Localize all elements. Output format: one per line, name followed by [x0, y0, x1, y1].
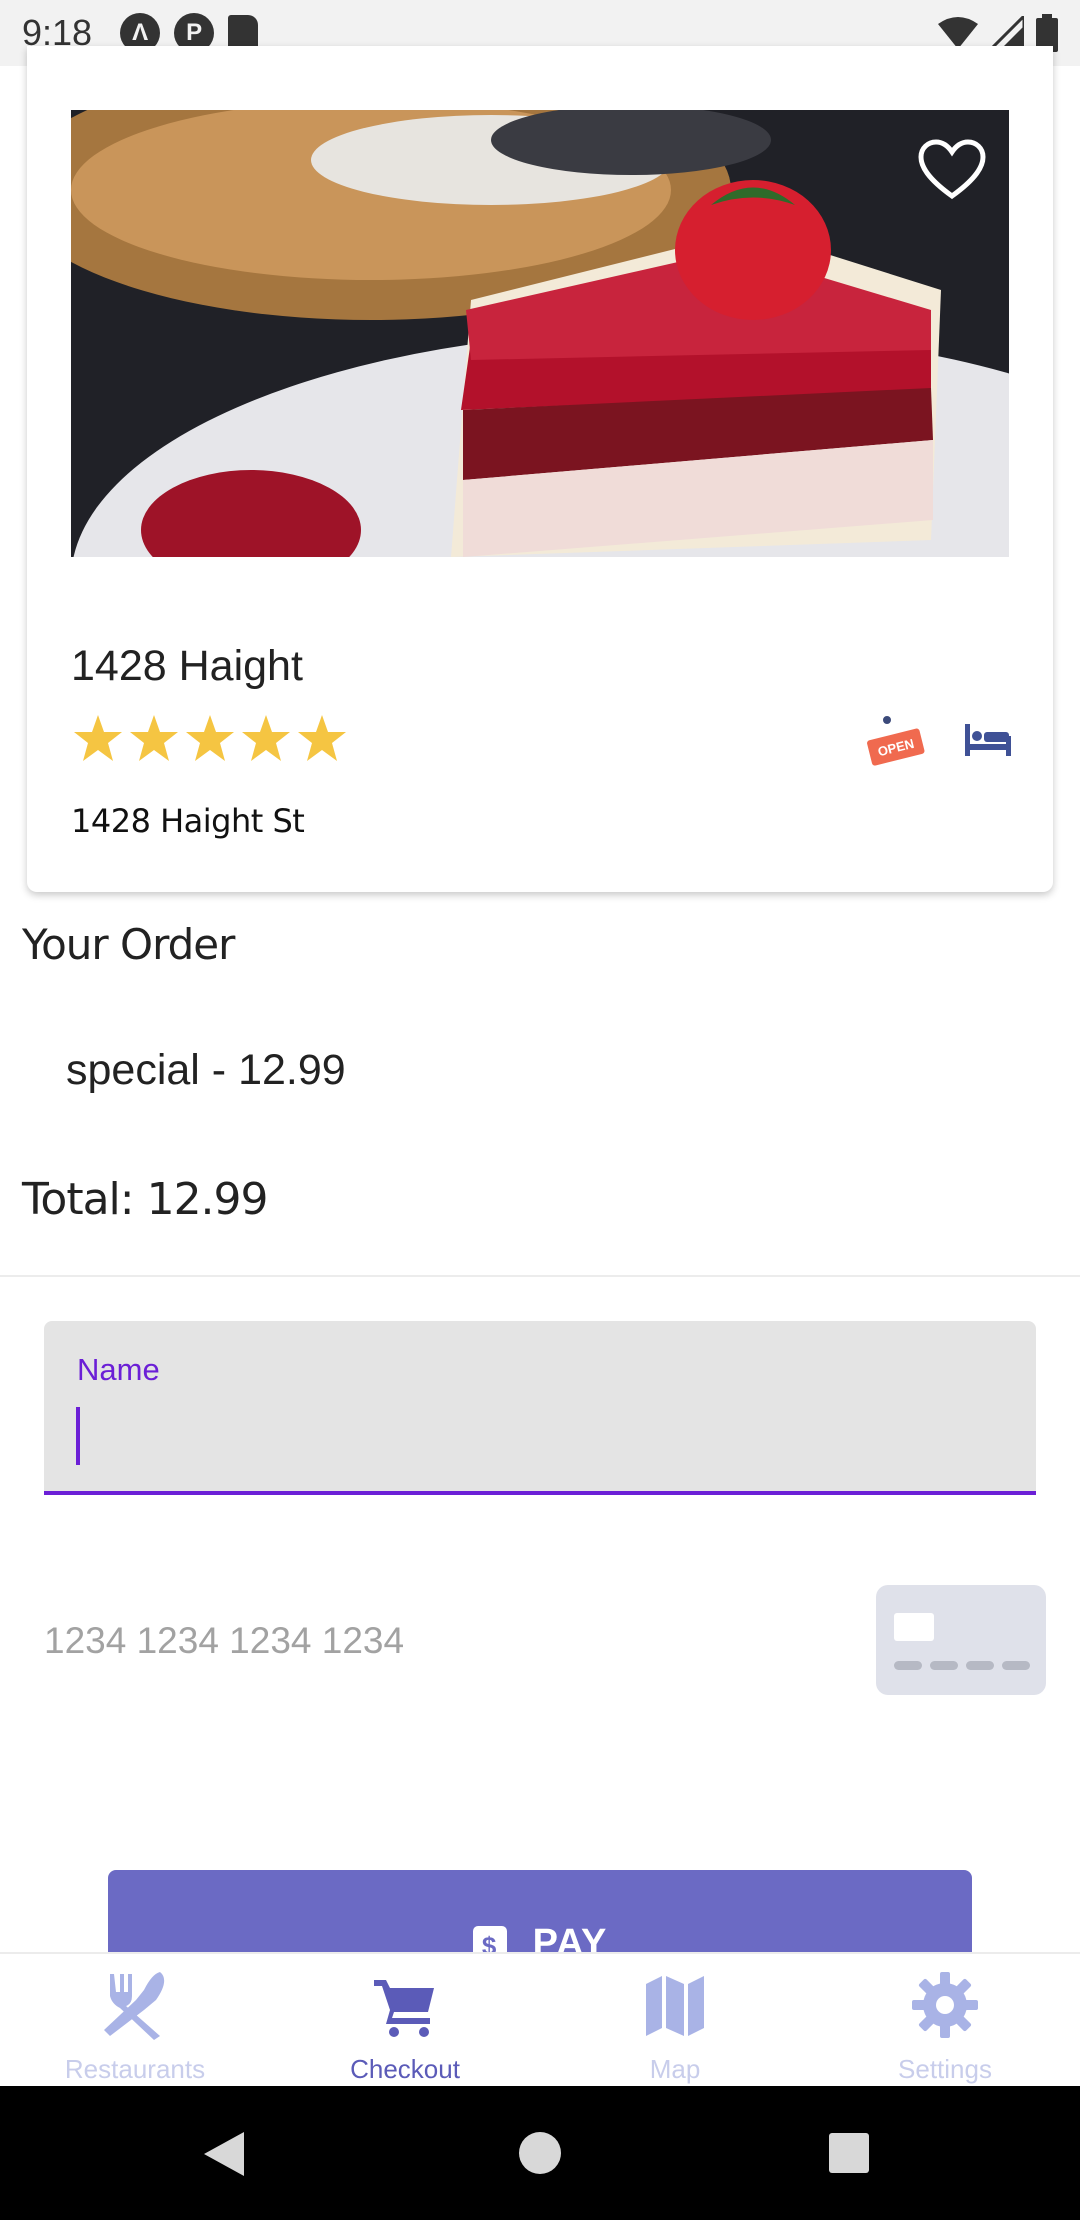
- star-icon: [242, 715, 290, 761]
- utensils-icon: [104, 1972, 165, 2040]
- divider: [0, 1275, 1080, 1277]
- restaurant-address: 1428 Haight St: [71, 802, 305, 840]
- star-icon: [74, 715, 122, 761]
- cart-icon: [374, 1980, 434, 2037]
- recents-icon[interactable]: [829, 2133, 869, 2173]
- restaurant-photo: [71, 110, 1009, 557]
- system-nav-bar: [0, 2086, 1080, 2220]
- order-total: Total: 12.99: [22, 1174, 269, 1225]
- nav-item-map[interactable]: Map: [540, 1954, 810, 2086]
- card-chip: [894, 1613, 934, 1641]
- name-field[interactable]: Name: [44, 1321, 1036, 1495]
- bottom-nav: Restaurants Checkout Map Settings: [0, 1952, 1080, 2086]
- cake-photo: [71, 110, 1009, 557]
- star-icon: [186, 715, 234, 761]
- open-sign-icon: OPEN: [867, 716, 925, 766]
- text-cursor: [76, 1407, 80, 1465]
- restaurant-name: 1428 Haight: [71, 642, 303, 690]
- name-field-label: Name: [77, 1352, 160, 1387]
- nav-label-restaurants: Restaurants: [64, 2054, 206, 2084]
- star-icon: [298, 715, 346, 761]
- restaurant-card[interactable]: 1428 Haight 1428 Haight St OPEN: [27, 46, 1053, 892]
- nav-item-checkout[interactable]: Checkout: [270, 1954, 540, 2086]
- nav-label-map: Map: [649, 2054, 701, 2084]
- card-number-dashes: [894, 1661, 1030, 1670]
- nav-label-checkout: Checkout: [350, 2054, 460, 2084]
- back-icon[interactable]: [204, 2132, 244, 2176]
- nav-label-settings: Settings: [898, 2054, 992, 2084]
- order-item: special - 12.99: [66, 1046, 346, 1094]
- order-heading: Your Order: [22, 920, 235, 969]
- card-number-input[interactable]: 1234 1234 1234 1234: [44, 1620, 404, 1662]
- bed-icon: [965, 724, 1011, 756]
- home-icon[interactable]: [519, 2132, 561, 2174]
- favorite-heart-icon[interactable]: [917, 138, 987, 202]
- rating-stars: [71, 712, 349, 766]
- gear-icon: [912, 1972, 978, 2038]
- wifi-icon: [938, 17, 978, 49]
- nav-item-restaurants[interactable]: Restaurants: [0, 1954, 270, 2086]
- signal-icon: [990, 16, 1024, 50]
- map-icon: [646, 1976, 704, 2036]
- credit-card-icon: [876, 1585, 1046, 1695]
- nav-item-settings[interactable]: Settings: [810, 1954, 1080, 2086]
- star-icon: [130, 715, 178, 761]
